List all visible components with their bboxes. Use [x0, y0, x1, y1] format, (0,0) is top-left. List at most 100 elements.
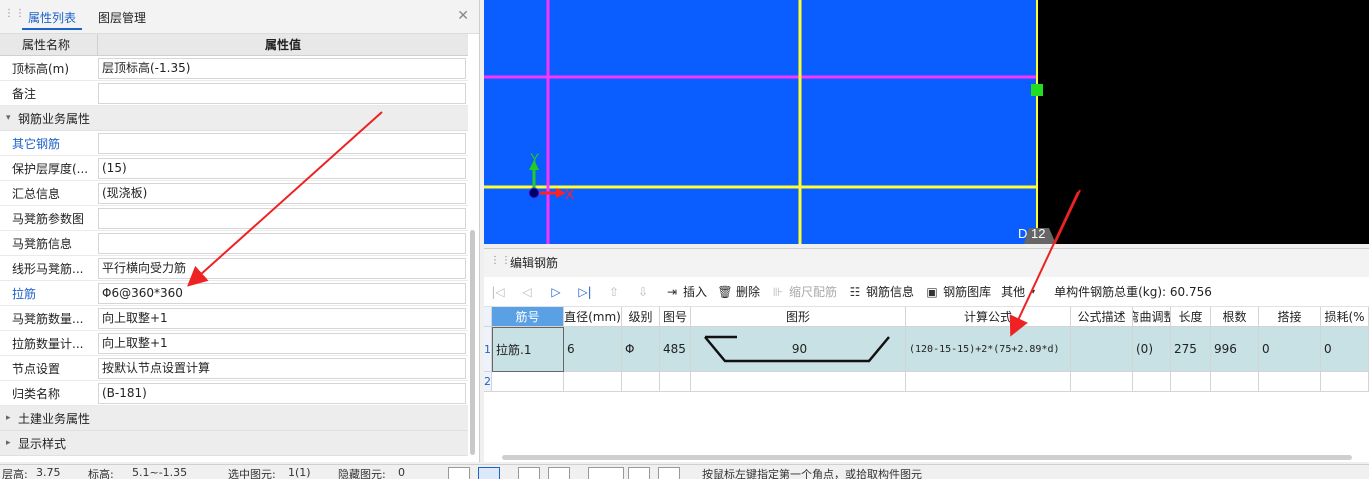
property-value-input[interactable] [98, 132, 466, 154]
group-civil-attributes[interactable]: ▸ 土建业务属性 [0, 406, 468, 431]
tab-property-list[interactable]: 属性列表 [22, 6, 83, 30]
insert-icon: ⇥ [666, 284, 678, 299]
cell-lap[interactable]: 0 [1259, 327, 1321, 372]
property-value-input[interactable] [98, 232, 466, 254]
grip-point[interactable] [1031, 84, 1043, 96]
next-button[interactable]: ▷ [548, 285, 567, 299]
empty-cell[interactable] [492, 372, 564, 392]
col-header[interactable]: 直径(mm) [564, 307, 622, 327]
empty-cell[interactable] [1071, 372, 1133, 392]
property-value-input[interactable]: Φ6@360*360 [98, 282, 466, 304]
property-value-input[interactable] [98, 82, 466, 104]
dynamic-input-toggle[interactable] [518, 467, 540, 479]
empty-cell[interactable] [564, 372, 622, 392]
delete-button[interactable]: 🗑 删除 [717, 283, 760, 300]
group-label: 显示样式 [18, 436, 67, 451]
horizontal-scrollbar[interactable] [502, 455, 1352, 460]
select-toggle[interactable] [658, 467, 680, 479]
vertical-scrollbar[interactable] [470, 230, 475, 455]
cell-grade[interactable]: Φ [622, 327, 660, 372]
property-name-link[interactable]: 其它钢筋 [0, 135, 98, 152]
rebar-info-button[interactable]: ☷ 钢筋信息 [847, 283, 914, 300]
rebar-library-button[interactable]: ▣ 钢筋图库 [924, 283, 991, 300]
col-header[interactable]: 计算公式 [906, 307, 1071, 327]
move-down-button[interactable]: ⇩ [635, 285, 654, 299]
property-value-input[interactable] [98, 207, 466, 229]
property-name: 顶标高(m) [12, 61, 70, 76]
scale-rebar-button[interactable]: ⊪ 缩尺配筋 [770, 283, 837, 300]
empty-cell[interactable] [1133, 372, 1171, 392]
ortho-toggle[interactable] [448, 467, 470, 479]
col-header[interactable]: 弯曲调整 [1133, 307, 1171, 327]
property-value-input[interactable]: 平行横向受力筋 [98, 257, 466, 279]
empty-cell[interactable] [1171, 372, 1211, 392]
cell-loss[interactable]: 0 [1321, 327, 1369, 372]
col-header[interactable]: 筋号 [492, 307, 564, 327]
status-label: 标高: [88, 468, 114, 479]
empty-cell[interactable] [1321, 372, 1369, 392]
collapse-triangle-icon: ▾ [6, 113, 11, 123]
editor-toolbar: |◁ ◁ ▷ ▷| ⇧ ⇩ ⇥ 插入 🗑 删除 ⊪ 缩尺配筋 ☷ 钢筋信息 ▣ 钢筋图库 … [484, 277, 1369, 307]
insert-button[interactable]: ⇥ 插入 [664, 283, 707, 300]
table-row[interactable]: 2 [484, 372, 1369, 392]
cell-formula[interactable]: (120-15-15)+2*(75+2.89*d) [906, 327, 1071, 372]
property-name-link[interactable]: 拉筋 [0, 285, 98, 302]
group-display-style[interactable]: ▸ 显示样式 [0, 431, 468, 456]
empty-cell[interactable] [622, 372, 660, 392]
drag-handle-icon[interactable]: ⋮⋮ [490, 256, 511, 271]
plus-toggle[interactable] [588, 467, 624, 479]
empty-cell[interactable] [1259, 372, 1321, 392]
cell-diameter[interactable]: 6 [564, 327, 622, 372]
other-dropdown[interactable]: 其他 ▾ [1001, 283, 1044, 300]
empty-cell[interactable] [660, 372, 691, 392]
property-value-input[interactable]: (B-181) [98, 382, 466, 404]
tab-layer-management[interactable]: 图层管理 [92, 6, 152, 30]
prev-button[interactable]: ◁ [519, 285, 538, 299]
table-row[interactable]: 1 拉筋.1 6 Φ 485 90 (120-15-15)+2*(75+2.89… [484, 327, 1369, 372]
property-value-input[interactable]: 向上取整+1 [98, 332, 466, 354]
property-value-input[interactable]: (现浇板) [98, 182, 466, 204]
close-icon[interactable]: ✕ [457, 8, 469, 24]
col-header[interactable]: 搭接 [1259, 307, 1321, 327]
cell-bend-adjust[interactable]: (0) [1133, 327, 1171, 372]
group-rebar-attributes[interactable]: ▾ 钢筋业务属性 [0, 106, 468, 131]
property-value-input[interactable]: 按默认节点设置计算 [98, 357, 466, 379]
col-header[interactable]: 图号 [660, 307, 691, 327]
col-header[interactable]: 长度 [1171, 307, 1211, 327]
next-icon: ▷ [551, 284, 561, 299]
property-row: 马凳筋数量... 向上取整+1 [0, 306, 468, 331]
display-toggle[interactable] [628, 467, 650, 479]
last-icon: ▷| [578, 284, 592, 299]
cell-shape[interactable]: 90 [691, 327, 906, 372]
property-value-input[interactable]: 层顶标高(-1.35) [98, 57, 466, 79]
property-name: 节点设置 [12, 361, 61, 376]
col-header[interactable]: 根数 [1211, 307, 1259, 327]
snap-toggle[interactable] [478, 467, 500, 479]
cell-figure-number[interactable]: 485 [660, 327, 691, 372]
cell-bar-number[interactable]: 拉筋.1 [492, 327, 564, 372]
property-value-input[interactable]: 向上取整+1 [98, 307, 466, 329]
col-header[interactable]: 损耗(% [1321, 307, 1369, 327]
cell-length[interactable]: 275 [1171, 327, 1211, 372]
delete-label: 删除 [736, 285, 761, 299]
drag-handle-icon[interactable]: ⋮⋮ [4, 9, 25, 24]
chevron-down-icon: ▾ [1031, 287, 1036, 296]
cell-formula-desc[interactable] [1071, 327, 1133, 372]
col-header[interactable]: 级别 [622, 307, 660, 327]
empty-cell[interactable] [906, 372, 1071, 392]
empty-cell[interactable] [1211, 372, 1259, 392]
angle-toggle[interactable] [548, 467, 570, 479]
last-button[interactable]: ▷| [577, 285, 596, 299]
prev-icon: ◁ [522, 284, 532, 299]
first-button[interactable]: |◁ [490, 285, 509, 299]
scale-label: 缩尺配筋 [789, 285, 838, 299]
cell-count[interactable]: 996 [1211, 327, 1259, 372]
property-value-input[interactable]: (15) [98, 157, 466, 179]
col-header[interactable]: 公式描述 [1071, 307, 1133, 327]
col-header[interactable]: 图形 [691, 307, 906, 327]
cad-viewport[interactable]: Y X D 12 [484, 0, 1369, 244]
empty-cell[interactable] [691, 372, 906, 392]
move-up-button[interactable]: ⇧ [606, 285, 625, 299]
slab-region [484, 0, 1037, 244]
cad-label: D 12 [1018, 226, 1045, 241]
